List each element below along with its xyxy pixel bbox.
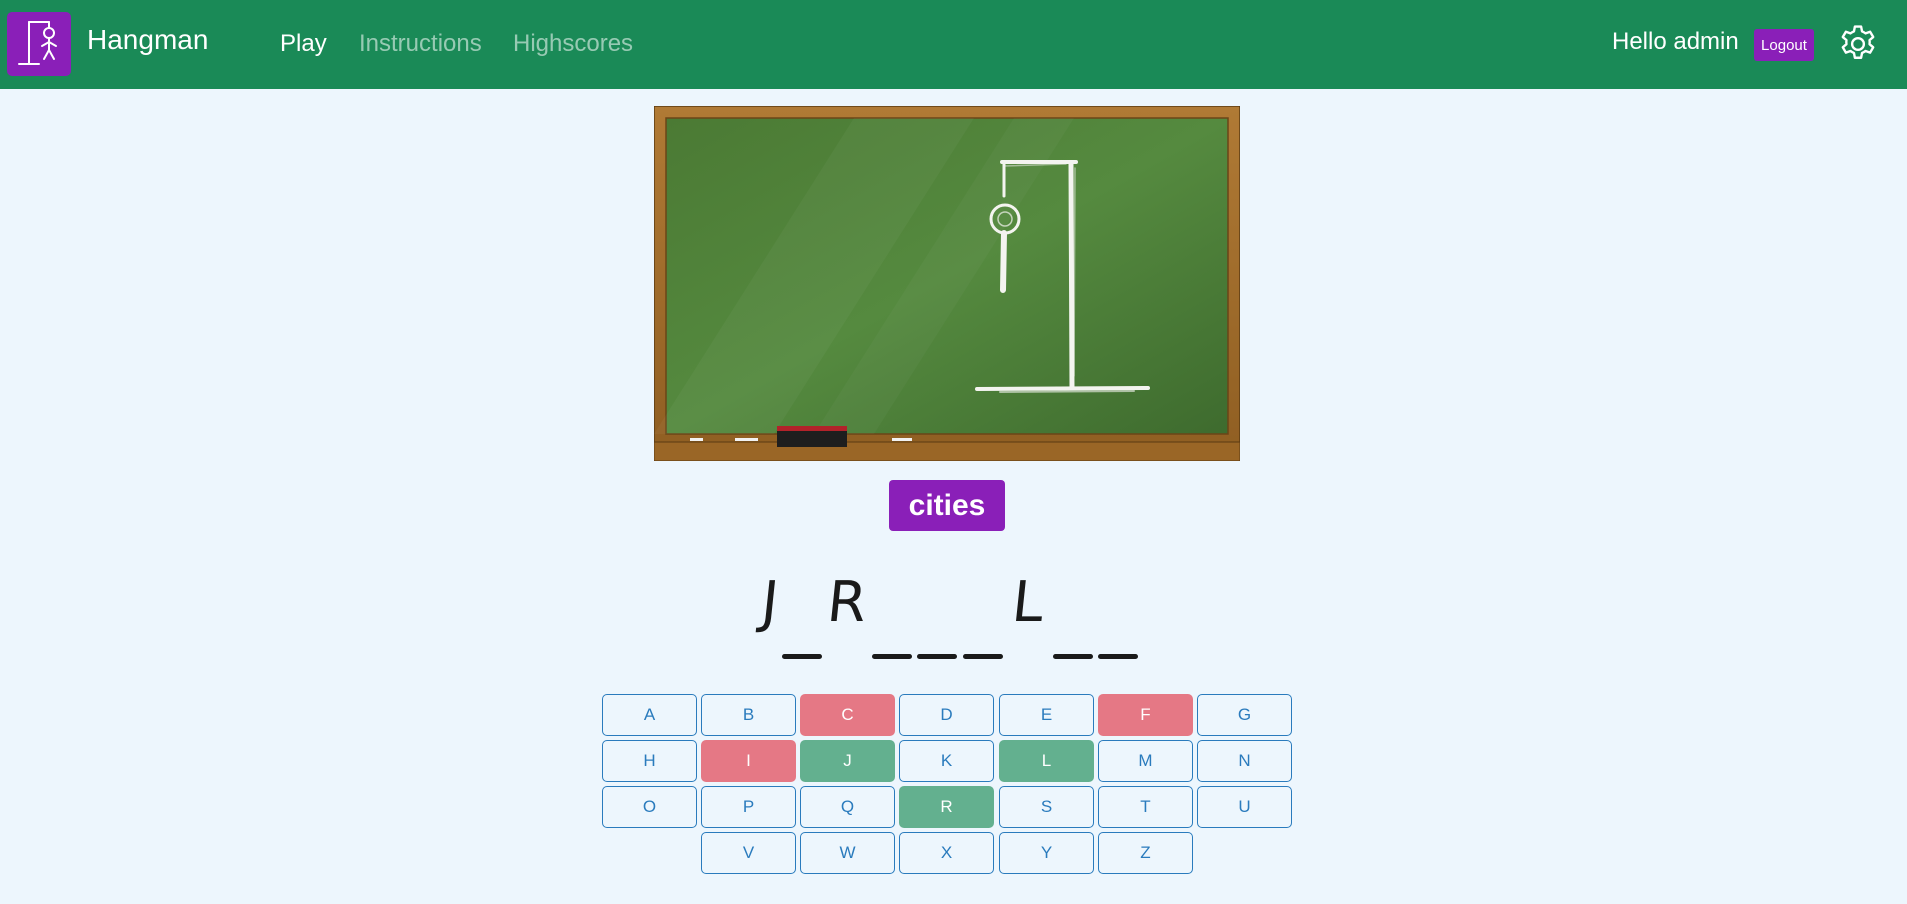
app-title[interactable]: Hangman xyxy=(87,24,208,56)
navbar: Hangman Play Instructions Highscores Hel… xyxy=(0,0,1907,89)
word-letter: L xyxy=(1008,570,1048,635)
hangman-logo-icon[interactable] xyxy=(7,12,71,76)
letter-dash xyxy=(1098,654,1138,659)
key-m[interactable]: M xyxy=(1098,740,1193,782)
nav-instructions[interactable]: Instructions xyxy=(359,30,482,58)
key-d[interactable]: D xyxy=(899,694,994,736)
key-e[interactable]: E xyxy=(999,694,1094,736)
user-greeting: Hello admin xyxy=(1612,28,1739,55)
key-l[interactable]: L xyxy=(999,740,1094,782)
word-letter: R xyxy=(824,570,870,635)
letter-dash xyxy=(782,654,822,659)
letter-dash xyxy=(1053,654,1093,659)
key-k[interactable]: K xyxy=(899,740,994,782)
key-q[interactable]: Q xyxy=(800,786,895,828)
key-b[interactable]: B xyxy=(701,694,796,736)
key-f[interactable]: F xyxy=(1098,694,1193,736)
category-badge: cities xyxy=(889,480,1005,531)
letter-dash xyxy=(963,654,1003,659)
word-display: J R L xyxy=(748,570,1148,665)
key-w[interactable]: W xyxy=(800,832,895,874)
word-slot xyxy=(1095,570,1139,665)
gear-icon[interactable] xyxy=(1836,22,1880,66)
key-x[interactable]: X xyxy=(899,832,994,874)
word-slot xyxy=(779,570,823,665)
key-y[interactable]: Y xyxy=(999,832,1094,874)
key-z[interactable]: Z xyxy=(1098,832,1193,874)
key-r[interactable]: R xyxy=(899,786,994,828)
word-slot xyxy=(914,570,958,665)
key-t[interactable]: T xyxy=(1098,786,1193,828)
key-j[interactable]: J xyxy=(800,740,895,782)
word-slot xyxy=(869,570,913,665)
letter-dash xyxy=(917,654,957,659)
letter-dash xyxy=(872,654,912,659)
key-v[interactable]: V xyxy=(701,832,796,874)
key-o[interactable]: O xyxy=(602,786,697,828)
word-slot xyxy=(960,570,1004,665)
nav-highscores[interactable]: Highscores xyxy=(513,30,633,58)
word-slot: L xyxy=(1006,570,1050,665)
chalkboard-gallows-image xyxy=(653,105,1241,462)
word-slot: R xyxy=(824,570,870,665)
logout-button[interactable]: Logout xyxy=(1754,29,1814,61)
word-slot xyxy=(1050,570,1094,665)
key-n[interactable]: N xyxy=(1197,740,1292,782)
key-h[interactable]: H xyxy=(602,740,697,782)
key-i[interactable]: I xyxy=(701,740,796,782)
nav-play[interactable]: Play xyxy=(280,30,327,58)
key-p[interactable]: P xyxy=(701,786,796,828)
key-u[interactable]: U xyxy=(1197,786,1292,828)
key-s[interactable]: S xyxy=(999,786,1094,828)
key-g[interactable]: G xyxy=(1197,694,1292,736)
key-c[interactable]: C xyxy=(800,694,895,736)
key-a[interactable]: A xyxy=(602,694,697,736)
